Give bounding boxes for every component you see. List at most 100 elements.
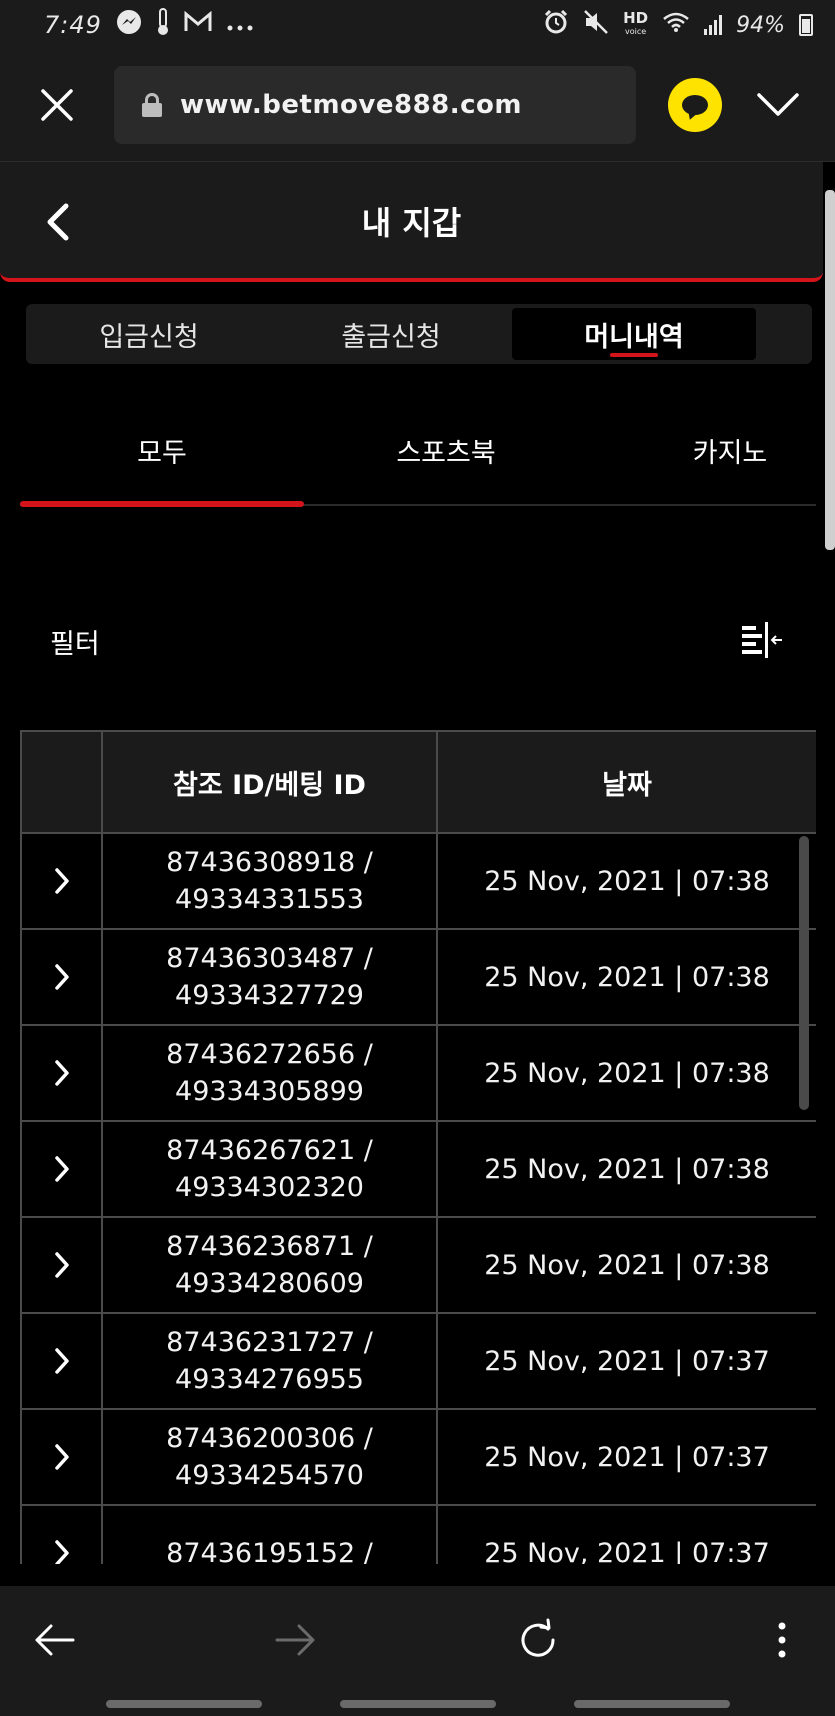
tab-casino-label: 카지노 (692, 437, 768, 469)
table-row[interactable]: 87436231727 / 49334276955 25 Nov, 2021 | … (20, 1312, 816, 1410)
date-cell: 25 Nov, 2021 | 07:38 (436, 1216, 816, 1314)
gesture-bar-right (574, 1700, 730, 1708)
active-tab-underline (610, 353, 658, 357)
mute-icon (583, 9, 609, 41)
browser-toolbar: www.betmove888.com (0, 50, 835, 162)
table-row[interactable]: 87436267621 / 49334302320 25 Nov, 2021 | … (20, 1120, 816, 1218)
ref-bet-id-cell: 87436303487 / 49334327729 (101, 928, 438, 1026)
thermometer-icon (156, 8, 170, 42)
filter-row: 필터 (20, 610, 796, 670)
close-icon (41, 89, 73, 121)
table-row[interactable]: 87436200306 / 49334254570 25 Nov, 2021 | … (20, 1408, 816, 1506)
date-cell: 25 Nov, 2021 | 07:38 (436, 1024, 816, 1122)
ref-id: 87436200306 / (166, 1423, 373, 1454)
reload-button[interactable] (510, 1612, 566, 1668)
chevron-right-icon (54, 1060, 69, 1086)
tab-withdraw[interactable]: 출금신청 (272, 308, 510, 360)
date-cell: 25 Nov, 2021 | 07:37 (436, 1312, 816, 1410)
tab-deposit[interactable]: 입금신청 (30, 308, 268, 360)
chat-bubble-icon (682, 95, 708, 115)
arrow-left-icon (35, 1624, 75, 1656)
history-table: 참조 ID/베팅 ID 날짜 87436308918 / 49334331553 … (20, 730, 816, 1564)
ref-bet-id-cell: 87436231727 / 49334276955 (101, 1312, 438, 1410)
more-notifications-icon (226, 13, 254, 38)
filter-icon (742, 622, 782, 658)
ref-bet-id-cell: 87436308918 / 49334331553 (101, 832, 438, 930)
active-category-indicator (20, 501, 304, 507)
app-header: 내 지갑 (0, 162, 823, 282)
tab-all[interactable]: 모두 (20, 400, 304, 506)
expand-row-button[interactable] (20, 1408, 103, 1506)
close-tab-button[interactable] (36, 84, 78, 126)
ref-id: 87436303487 / (166, 943, 373, 974)
table-row[interactable]: 87436308918 / 49334331553 25 Nov, 2021 | … (20, 832, 816, 930)
ref-id: 87436267621 / (166, 1135, 373, 1166)
more-options-button[interactable] (754, 1612, 810, 1668)
hd-voice-icon: HD voice (623, 9, 649, 37)
date-cell: 25 Nov, 2021 | 07:37 (436, 1408, 816, 1506)
expand-row-button[interactable] (20, 1120, 103, 1218)
messenger-icon (116, 9, 142, 41)
table-header-row: 참조 ID/베팅 ID 날짜 (20, 730, 816, 834)
status-right: HD voice 94% (543, 9, 813, 41)
chevron-right-icon (54, 1252, 69, 1278)
chevron-right-icon (54, 1444, 69, 1470)
tab-withdraw-label: 출금신청 (341, 321, 441, 353)
bet-id: 49334327729 (175, 980, 364, 1011)
history-table-container: 참조 ID/베팅 ID 날짜 87436308918 / 49334331553 … (20, 730, 816, 1564)
url-bar[interactable]: www.betmove888.com (114, 66, 636, 144)
chevron-right-icon (54, 868, 69, 894)
expand-row-button[interactable] (20, 1504, 103, 1564)
ref-id: 87436195152 / (166, 1537, 373, 1565)
browser-menu-button[interactable] (755, 85, 801, 125)
gmail-icon (184, 10, 212, 39)
lock-icon (142, 93, 162, 117)
refresh-icon (521, 1618, 555, 1657)
expand-row-button[interactable] (20, 1312, 103, 1410)
expand-row-button[interactable] (20, 1024, 103, 1122)
date-cell: 25 Nov, 2021 | 07:37 (436, 1504, 816, 1564)
tab-deposit-label: 입금신청 (99, 321, 199, 353)
ref-bet-id-cell: 87436200306 / 49334254570 (101, 1408, 438, 1506)
tab-money-history[interactable]: 머니내역 (512, 308, 756, 360)
column-header-expand (20, 730, 103, 834)
chevron-right-icon (54, 1540, 69, 1564)
tab-all-label: 모두 (137, 437, 187, 469)
column-header-ref-id: 참조 ID/베팅 ID (101, 730, 438, 834)
table-scrollbar[interactable] (799, 836, 809, 1110)
gesture-bar-left (106, 1700, 262, 1708)
ref-bet-id-cell: 87436272656 / 49334305899 (101, 1024, 438, 1122)
tab-casino[interactable]: 카지노 (588, 400, 835, 506)
arrow-right-icon (275, 1624, 315, 1656)
ref-bet-id-cell: 87436236871 / 49334280609 (101, 1216, 438, 1314)
cell-signal-icon (704, 15, 723, 35)
battery-icon (799, 14, 813, 36)
ref-bet-id-cell: 87436195152 / (101, 1504, 438, 1565)
filter-toggle-button[interactable] (740, 620, 784, 660)
ref-id: 87436231727 / (166, 1327, 373, 1358)
ref-bet-id-cell: 87436267621 / 49334302320 (101, 1120, 438, 1218)
status-left: 7:49 (44, 8, 254, 42)
tab-sportsbook[interactable]: 스포츠북 (304, 400, 588, 506)
date-cell: 25 Nov, 2021 | 07:38 (436, 928, 816, 1026)
status-bar: 7:49 HD voice 94% (0, 0, 835, 50)
kebab-menu-icon (778, 1622, 786, 1658)
bet-id: 49334331553 (175, 884, 364, 915)
ref-id: 87436272656 / (166, 1039, 373, 1070)
nav-back-button[interactable] (26, 1612, 82, 1668)
column-header-date: 날짜 (436, 730, 816, 834)
table-row[interactable]: 87436236871 / 49334280609 25 Nov, 2021 | … (20, 1216, 816, 1314)
url-text: www.betmove888.com (180, 90, 522, 120)
nav-forward-button[interactable] (268, 1612, 324, 1668)
kakao-chat-button[interactable] (668, 78, 722, 132)
chevron-right-icon (54, 964, 69, 990)
chevron-down-icon (757, 93, 799, 116)
expand-row-button[interactable] (20, 832, 103, 930)
tab-money-history-label: 머니내역 (584, 321, 684, 353)
table-row[interactable]: 87436303487 / 49334327729 25 Nov, 2021 | … (20, 928, 816, 1026)
expand-row-button[interactable] (20, 928, 103, 1026)
table-row[interactable]: 87436272656 / 49334305899 25 Nov, 2021 | … (20, 1024, 816, 1122)
alarm-icon (543, 9, 569, 41)
expand-row-button[interactable] (20, 1216, 103, 1314)
table-row[interactable]: 87436195152 / 25 Nov, 2021 | 07:37 (20, 1504, 816, 1565)
